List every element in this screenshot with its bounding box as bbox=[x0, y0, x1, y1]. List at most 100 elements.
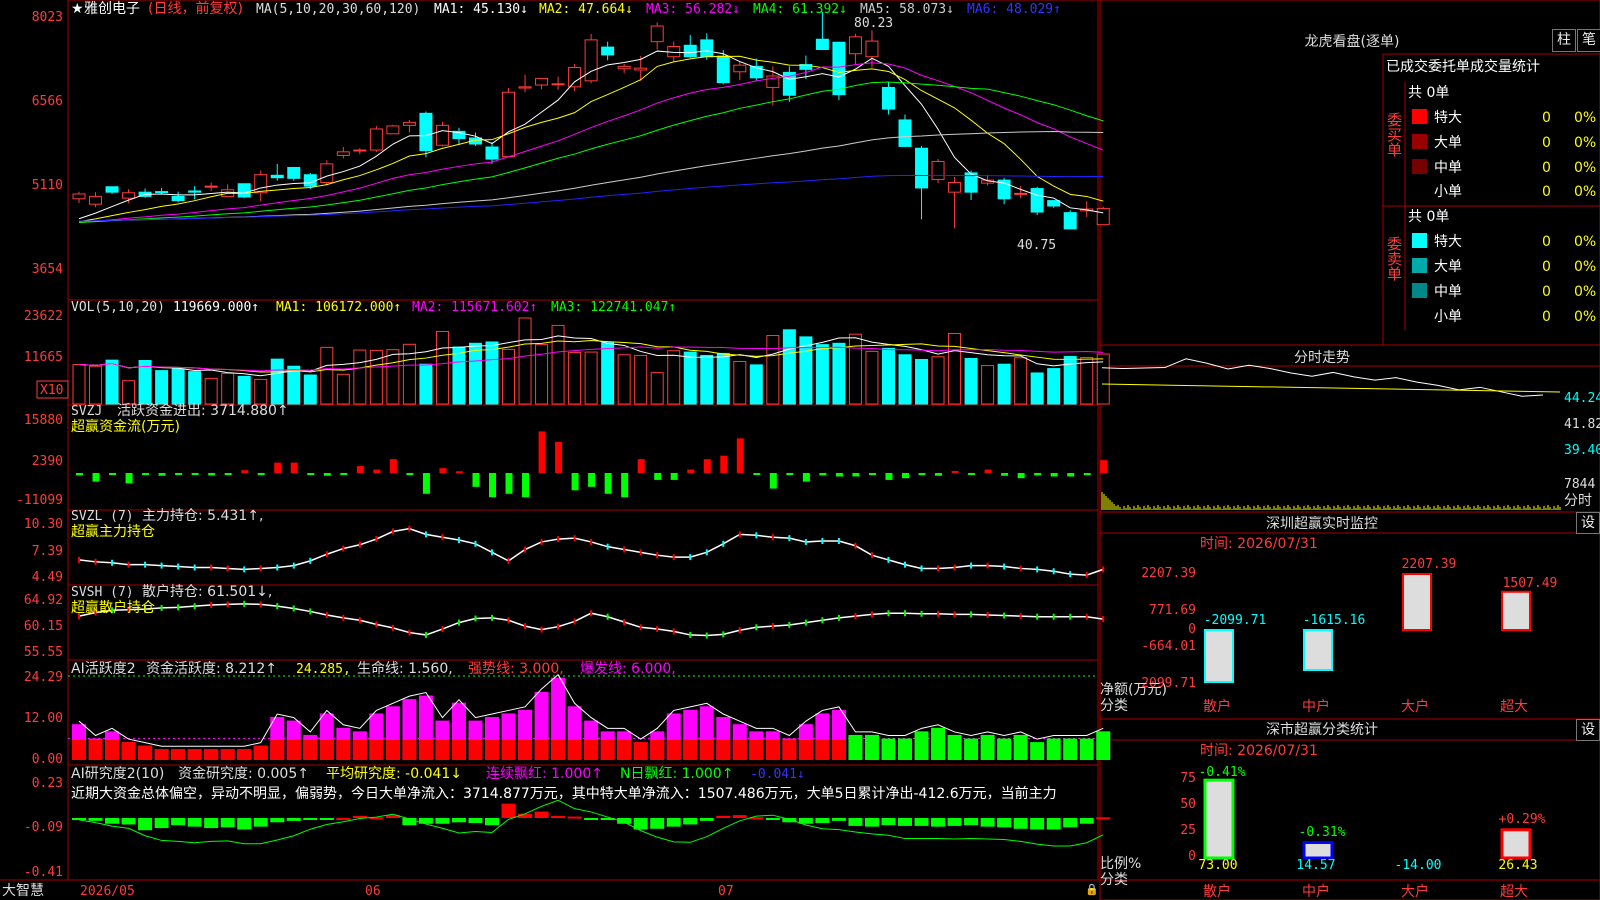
ss-tick: 0 bbox=[1188, 849, 1196, 864]
svzj-sub: 超赢资金流(万元) bbox=[71, 418, 180, 435]
volume-bar bbox=[336, 373, 350, 405]
ss-top-label: -0.31% bbox=[1299, 825, 1346, 840]
sz-ylabel: 净额(万元) bbox=[1100, 682, 1167, 698]
ai-research-bar bbox=[1079, 818, 1094, 824]
candle-body bbox=[601, 46, 615, 56]
tick-mode-button[interactable]: 笔 bbox=[1577, 29, 1600, 52]
candle-body bbox=[815, 38, 829, 51]
ai-research-bar bbox=[898, 818, 912, 826]
svzj-bar bbox=[522, 473, 530, 498]
svzj-bar bbox=[918, 473, 926, 476]
buy-row-pct: 0% bbox=[1574, 135, 1596, 151]
ai-research-bar bbox=[319, 818, 334, 820]
brand-label: 大智慧 bbox=[2, 883, 44, 899]
volume-bar bbox=[716, 352, 730, 405]
star-icon[interactable]: ★ bbox=[71, 1, 84, 17]
ai-research-bar bbox=[88, 818, 103, 821]
sz-settings-button[interactable]: 设 bbox=[1576, 512, 1600, 534]
sz-tick: -664.01 bbox=[1141, 639, 1196, 654]
candlestick-series[interactable] bbox=[72, 12, 1110, 230]
sz-data-label: 1507.49 bbox=[1503, 576, 1558, 591]
buy-row-value: 0 bbox=[1542, 160, 1551, 176]
candle-body bbox=[716, 55, 730, 84]
sell-row-swatch bbox=[1412, 283, 1427, 298]
svsh-series[interactable] bbox=[78, 600, 1105, 639]
ai-research-bar bbox=[964, 818, 979, 826]
buy-row-name: 大单 bbox=[1434, 135, 1462, 151]
chart-mode[interactable]: (日线，前复权) bbox=[148, 0, 243, 17]
ma-line bbox=[78, 130, 1104, 222]
svzj-bar bbox=[505, 473, 513, 494]
volume-bar bbox=[601, 342, 615, 405]
ai1-tick: 24.29 bbox=[24, 670, 63, 685]
ai-activity-bar bbox=[964, 738, 979, 760]
svzj-bar bbox=[720, 455, 728, 473]
svzj-bar bbox=[819, 473, 827, 476]
svzl-tick: 4.49 bbox=[32, 570, 63, 585]
svsh-sub: 超赢散户持仓 bbox=[71, 599, 155, 616]
ss-bar bbox=[1500, 828, 1532, 860]
candle-body bbox=[568, 67, 582, 88]
ai-research-bar bbox=[154, 818, 169, 829]
ai-research-bar bbox=[699, 818, 714, 821]
volume-bar bbox=[386, 349, 400, 405]
ai2-tick: 0.23 bbox=[32, 776, 63, 791]
volume-bar bbox=[915, 358, 929, 405]
ai-research-bar bbox=[931, 818, 946, 827]
sz-data-label: -2099.71 bbox=[1204, 613, 1267, 628]
ai-research-bar bbox=[881, 818, 896, 826]
ai-research-bar bbox=[716, 815, 731, 818]
ss-cat: 中户 bbox=[1302, 883, 1330, 900]
ai-activity-base bbox=[782, 740, 797, 760]
volume-bar bbox=[435, 330, 449, 405]
svzj-bar bbox=[340, 473, 348, 475]
bar-mode-button[interactable]: 柱 bbox=[1552, 29, 1576, 52]
volume-series[interactable] bbox=[72, 317, 1110, 405]
buy-row-name: 中单 bbox=[1434, 160, 1462, 176]
ai-activity-bar bbox=[1046, 738, 1061, 760]
svzj-bar bbox=[538, 431, 546, 473]
sz-cat: 超大 bbox=[1500, 699, 1528, 715]
svzj-bar bbox=[241, 470, 249, 473]
sz-cat: 大户 bbox=[1401, 698, 1429, 715]
fs-unit: 分时 bbox=[1564, 493, 1592, 509]
candle-body bbox=[551, 83, 565, 86]
svzj-bar bbox=[224, 473, 232, 476]
svzj-bar bbox=[935, 473, 943, 476]
lhb-title: 龙虎看盘(逐单) bbox=[1305, 33, 1400, 50]
volume-bar bbox=[683, 351, 697, 405]
candle-body bbox=[320, 163, 334, 184]
svsh-desc: 散户持仓: 61.501↓, bbox=[142, 583, 272, 600]
volume-bar bbox=[898, 354, 912, 405]
ai-activity-base bbox=[303, 740, 318, 760]
lock-icon[interactable]: 🔒 bbox=[1085, 883, 1099, 896]
ai-activity-base bbox=[518, 740, 533, 760]
ai-activity-base bbox=[88, 740, 103, 760]
svzl-series[interactable] bbox=[78, 525, 1105, 579]
chart-canvas[interactable]: ★ 雅创电子 (日线，前复权) MA(5,10,20,30,60,120) MA… bbox=[0, 0, 1600, 900]
ai-activity-bar bbox=[864, 734, 879, 760]
sz-data-label: -1615.16 bbox=[1303, 613, 1366, 628]
ai-activity-base bbox=[749, 740, 764, 760]
candle-body bbox=[700, 39, 714, 58]
sz-bar bbox=[1303, 629, 1333, 671]
svzj-series[interactable] bbox=[76, 431, 1108, 498]
ai-research-bar bbox=[501, 803, 516, 818]
ai2-note: 近期大资金总体偏空，异动不明显，偏弱势，今日大单净流入：3714.877万元，其… bbox=[71, 785, 1057, 802]
ss-settings-button[interactable]: 设 bbox=[1576, 719, 1600, 741]
ss-title: 深市超赢分类统计 bbox=[1266, 721, 1378, 738]
candle-body bbox=[369, 128, 383, 151]
candle-body bbox=[502, 91, 516, 158]
ai-research-series[interactable] bbox=[72, 799, 1111, 847]
ai-research-bar bbox=[997, 818, 1012, 828]
ai-activity-base bbox=[154, 749, 169, 760]
ai-activity-series[interactable] bbox=[68, 673, 1111, 760]
candle-body bbox=[915, 147, 929, 189]
svzj-bar bbox=[1034, 473, 1042, 476]
ai-research-bar bbox=[286, 818, 301, 821]
ai-activity-base bbox=[253, 745, 268, 760]
svzj-tick: -11099 bbox=[16, 493, 63, 508]
sell-row-pct: 0% bbox=[1574, 259, 1596, 275]
svsh-tick: 64.92 bbox=[24, 593, 63, 608]
sz-tick: 771.69 bbox=[1149, 603, 1196, 618]
